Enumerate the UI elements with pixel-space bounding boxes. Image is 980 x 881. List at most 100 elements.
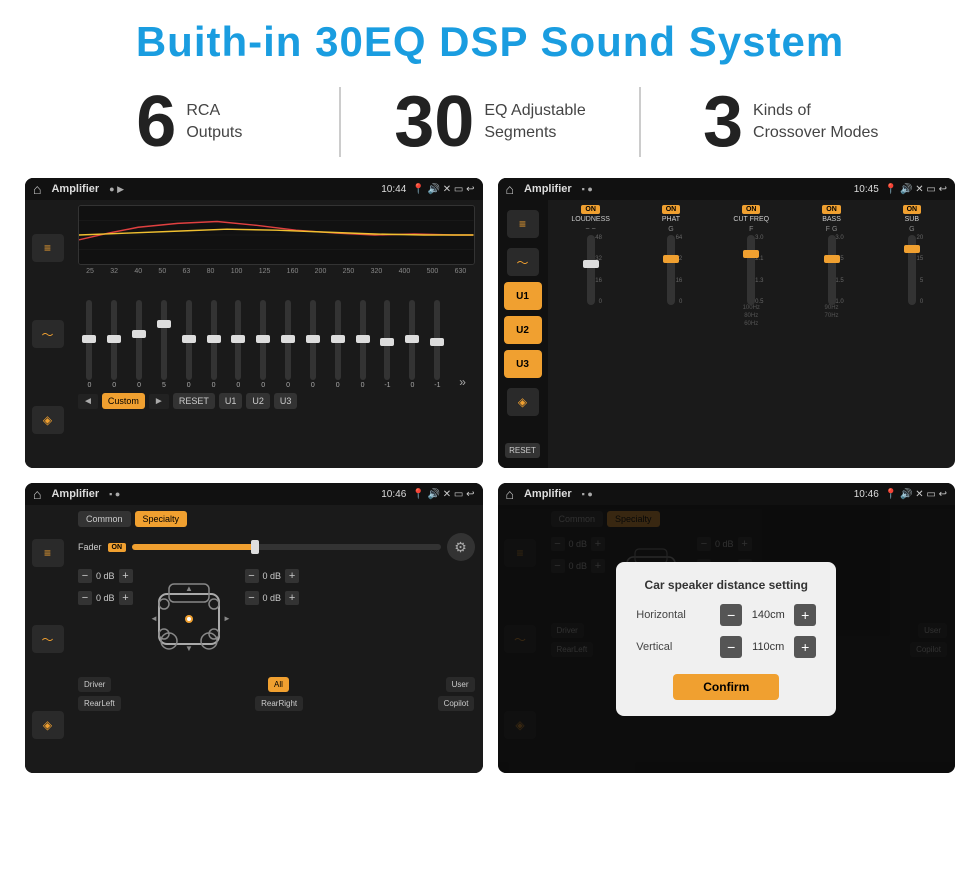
app-title-3: Amplifier	[51, 488, 99, 500]
stat-desc-rca: RCA Outputs	[186, 100, 242, 145]
app-title-1: Amplifier	[51, 183, 99, 195]
status-bar-1: ⌂ Amplifier ● ▶ 10:44 📍 🔊 ✕ ▭ ↩	[25, 178, 483, 200]
slider-loudness[interactable]	[587, 235, 595, 305]
divider-1	[339, 87, 341, 157]
home-icon-2[interactable]: ⌂	[506, 181, 514, 197]
slider-3: 0	[136, 300, 142, 389]
screen-amp: ⌂ Amplifier ▪ ● 10:45 📍 🔊 ✕ ▭ ↩ ≡ 〜 U1 U…	[498, 178, 956, 468]
slider-4: 5	[161, 300, 167, 389]
reset-button[interactable]: RESET	[173, 393, 215, 409]
left-controls-1: ≡ 〜 ◈	[25, 200, 70, 468]
vol-val-3: 0 dB	[263, 571, 282, 581]
ch-label-loudness: LOUDNESS	[571, 216, 610, 223]
speaker-s3-icon[interactable]: ◈	[32, 711, 64, 739]
all-btn[interactable]: All	[268, 677, 289, 692]
on-badge-bass: ON	[822, 205, 841, 214]
preset-u1[interactable]: U1	[504, 282, 542, 310]
status-dots-1: ● ▶	[109, 184, 124, 195]
tabs-row-3: Common Specialty	[78, 511, 475, 527]
rearleft-btn[interactable]: RearLeft	[78, 696, 121, 711]
eq-s3-icon[interactable]: ≡	[32, 539, 64, 567]
reset-small-button[interactable]: RESET	[505, 443, 540, 458]
horizontal-plus-btn[interactable]: +	[794, 604, 816, 626]
vertical-value: 110cm	[748, 641, 788, 653]
ch-label-cutfreq: CUT FREQ	[733, 216, 769, 223]
u1-button[interactable]: U1	[219, 393, 243, 409]
status-bar-2: ⌂ Amplifier ▪ ● 10:45 📍 🔊 ✕ ▭ ↩	[498, 178, 956, 200]
wave-icon[interactable]: 〜	[32, 320, 64, 348]
vol-plus-3[interactable]: +	[285, 569, 299, 583]
vertical-plus-btn[interactable]: +	[794, 636, 816, 658]
time-3: 10:46	[381, 489, 406, 500]
prev-button[interactable]: ◄	[78, 394, 98, 409]
stat-number-30: 30	[394, 86, 474, 158]
u2-button[interactable]: U2	[246, 393, 270, 409]
channel-loudness: ON LOUDNESS ~~ 4832160	[553, 205, 629, 463]
slider-14: 0	[409, 300, 415, 389]
amp-controls: ON LOUDNESS ~~ 4832160 ON PHAT G	[548, 200, 956, 468]
next-button[interactable]: ►	[149, 394, 169, 409]
rearright-btn[interactable]: RearRight	[255, 696, 303, 711]
svg-text:▼: ▼	[185, 644, 193, 653]
vol-minus-3[interactable]: −	[245, 569, 259, 583]
preset-u3[interactable]: U3	[504, 350, 542, 378]
tab-common-3[interactable]: Common	[78, 511, 131, 527]
copilot-btn[interactable]: Copilot	[438, 696, 475, 711]
eq-preset-icon[interactable]: ≡	[507, 210, 539, 238]
fader-bar[interactable]	[132, 544, 440, 550]
speaker-main: Common Specialty Fader ON ⚙	[70, 505, 483, 773]
vol-plus-2[interactable]: +	[119, 591, 133, 605]
dialog-overlay: Car speaker distance setting Horizontal …	[498, 505, 956, 773]
vol-minus-2[interactable]: −	[78, 591, 92, 605]
stat-desc-crossover: Kinds of Crossover Modes	[753, 100, 878, 145]
stat-number-3: 3	[703, 86, 743, 158]
slider-11: 0	[335, 300, 341, 389]
home-icon-4[interactable]: ⌂	[506, 486, 514, 502]
stat-crossover: 3 Kinds of Crossover Modes	[661, 86, 920, 158]
slider-6: 0	[211, 300, 217, 389]
screens-grid: ⌂ Amplifier ● ▶ 10:44 📍 🔊 ✕ ▭ ↩ ≡ 〜 ◈	[0, 173, 980, 783]
divider-2	[639, 87, 641, 157]
settings-icon-3[interactable]: ⚙	[447, 533, 475, 561]
custom-button[interactable]: Custom	[102, 393, 145, 409]
app-title-2: Amplifier	[524, 183, 572, 195]
page-title: Buith-in 30EQ DSP Sound System	[0, 0, 980, 76]
status-dots-2: ▪ ●	[582, 184, 593, 194]
vol-plus-1[interactable]: +	[119, 569, 133, 583]
home-icon-1[interactable]: ⌂	[33, 181, 41, 197]
user-btn[interactable]: User	[446, 677, 475, 692]
home-icon-3[interactable]: ⌂	[33, 486, 41, 502]
vol-val-1: 0 dB	[96, 571, 115, 581]
on-badge-phat: ON	[662, 205, 681, 214]
vol-right: − 0 dB + − 0 dB +	[245, 569, 300, 605]
status-icons-1: 📍 🔊 ✕ ▭ ↩	[412, 184, 474, 195]
confirm-button[interactable]: Confirm	[673, 674, 779, 700]
svg-text:◄: ◄	[150, 614, 158, 623]
vol-minus-4[interactable]: −	[245, 591, 259, 605]
slider-sub[interactable]	[908, 235, 916, 305]
slider-cutfreq[interactable]	[747, 235, 755, 305]
vol-plus-4[interactable]: +	[285, 591, 299, 605]
on-badge-sub: ON	[903, 205, 922, 214]
status-dots-4: ▪ ●	[582, 489, 593, 499]
fader-label: Fader	[78, 542, 102, 552]
driver-btn[interactable]: Driver	[78, 677, 111, 692]
u3-button[interactable]: U3	[274, 393, 298, 409]
ch-label-bass: BASS	[822, 216, 841, 223]
vertical-minus-btn[interactable]: −	[720, 636, 742, 658]
wave-preset-icon[interactable]: 〜	[507, 248, 539, 276]
vol-minus-1[interactable]: −	[78, 569, 92, 583]
horizontal-label: Horizontal	[636, 609, 696, 621]
vol-left: − 0 dB + − 0 dB +	[78, 569, 133, 605]
speaker-icon[interactable]: ◈	[32, 406, 64, 434]
dialog-row-vertical: Vertical − 110cm +	[636, 636, 816, 658]
tab-specialty-3[interactable]: Specialty	[135, 511, 188, 527]
wave-s3-icon[interactable]: 〜	[32, 625, 64, 653]
speaker-preset-icon[interactable]: ◈	[507, 388, 539, 416]
vertical-control: − 110cm +	[720, 636, 816, 658]
slider-phat[interactable]	[667, 235, 675, 305]
horizontal-minus-btn[interactable]: −	[720, 604, 742, 626]
preset-u2[interactable]: U2	[504, 316, 542, 344]
eq-icon[interactable]: ≡	[32, 234, 64, 262]
slider-bass[interactable]	[828, 235, 836, 305]
